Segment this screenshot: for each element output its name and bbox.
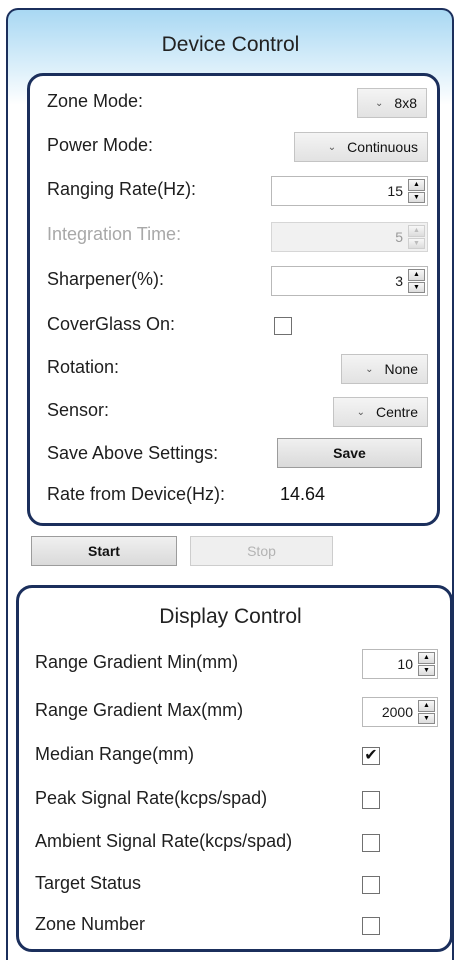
arrow-up-icon[interactable]: ▲ bbox=[408, 269, 425, 281]
coverglass-label: CoverGlass On: bbox=[47, 314, 176, 334]
integration-time-spinbox[interactable]: 5 ▲ ▼ bbox=[271, 222, 428, 252]
zone-number-label: Zone Number bbox=[35, 914, 146, 934]
chevron-down-icon: ⌄ bbox=[327, 141, 337, 153]
arrow-up-icon[interactable]: ▲ bbox=[408, 179, 425, 191]
zone-mode-dropdown[interactable]: ⌄ 8x8 bbox=[357, 88, 427, 118]
display-control-title: Display Control bbox=[159, 605, 302, 628]
arrow-down-icon[interactable]: ▼ bbox=[408, 281, 425, 293]
rotation-dropdown[interactable]: ⌄ None bbox=[341, 354, 428, 384]
chevron-down-icon: ⌄ bbox=[356, 406, 365, 418]
integration-time-value: 5 bbox=[395, 229, 403, 245]
chevron-down-icon: ⌄ bbox=[365, 363, 374, 375]
peak-signal-label: Peak Signal Rate(kcps/spad) bbox=[35, 788, 268, 808]
zone-number-checkbox[interactable] bbox=[362, 917, 380, 935]
power-mode-label: Power Mode: bbox=[47, 135, 154, 155]
ambient-signal-label: Ambient Signal Rate(kcps/spad) bbox=[35, 831, 293, 851]
range-min-label: Range Gradient Min(mm) bbox=[35, 652, 239, 672]
arrow-up-icon[interactable]: ▲ bbox=[418, 652, 435, 664]
stop-button[interactable]: Stop bbox=[190, 536, 333, 566]
zone-mode-value: 8x8 bbox=[394, 95, 417, 111]
rate-from-device-value: 14.64 bbox=[280, 484, 326, 504]
rotation-label: Rotation: bbox=[47, 357, 120, 377]
target-status-checkbox[interactable] bbox=[362, 876, 380, 894]
power-mode-value: Continuous bbox=[347, 139, 418, 155]
arrow-down-icon[interactable]: ▼ bbox=[418, 664, 435, 676]
arrow-down-icon[interactable]: ▼ bbox=[408, 237, 425, 249]
chevron-down-icon: ⌄ bbox=[375, 97, 384, 109]
sensor-value: Centre bbox=[375, 404, 418, 420]
ranging-rate-label: Ranging Rate(Hz): bbox=[47, 179, 197, 199]
ambient-signal-checkbox[interactable] bbox=[362, 834, 380, 852]
arrow-down-icon[interactable]: ▼ bbox=[408, 191, 425, 203]
save-button[interactable]: Save bbox=[277, 438, 422, 468]
target-status-label: Target Status bbox=[35, 873, 142, 893]
rate-from-device-label: Rate from Device(Hz): bbox=[47, 484, 226, 504]
sensor-dropdown[interactable]: ⌄ Centre bbox=[333, 397, 428, 427]
median-range-checkbox[interactable]: ✔ bbox=[362, 747, 380, 765]
ranging-rate-value: 15 bbox=[387, 183, 403, 199]
ranging-rate-spinbox[interactable]: 15 ▲ ▼ bbox=[271, 176, 428, 206]
peak-signal-checkbox[interactable] bbox=[362, 791, 380, 809]
display-control-panel bbox=[16, 585, 453, 952]
sharpener-spinbox[interactable]: 3 ▲ ▼ bbox=[271, 266, 428, 296]
sensor-label: Sensor: bbox=[47, 400, 110, 420]
arrow-up-icon[interactable]: ▲ bbox=[418, 700, 435, 712]
range-min-value: 10 bbox=[397, 656, 413, 672]
checkmark-icon: ✔ bbox=[364, 747, 378, 764]
coverglass-checkbox[interactable] bbox=[274, 317, 292, 335]
zone-mode-label: Zone Mode: bbox=[47, 91, 144, 111]
range-max-value: 2000 bbox=[381, 704, 413, 720]
range-max-spinbox[interactable]: 2000 ▲ ▼ bbox=[362, 697, 438, 727]
arrow-down-icon[interactable]: ▼ bbox=[418, 712, 435, 724]
rotation-value: None bbox=[384, 361, 418, 377]
save-settings-label: Save Above Settings: bbox=[47, 443, 219, 463]
sharpener-label: Sharpener(%): bbox=[47, 269, 165, 289]
range-min-spinbox[interactable]: 10 ▲ ▼ bbox=[362, 649, 438, 679]
integration-time-label: Integration Time: bbox=[47, 224, 182, 244]
device-control-title: Device Control bbox=[161, 33, 300, 56]
median-range-label: Median Range(mm) bbox=[35, 744, 195, 764]
start-button[interactable]: Start bbox=[31, 536, 177, 566]
sharpener-value: 3 bbox=[395, 273, 403, 289]
power-mode-dropdown[interactable]: ⌄ Continuous bbox=[294, 132, 428, 162]
range-max-label: Range Gradient Max(mm) bbox=[35, 700, 244, 720]
arrow-up-icon[interactable]: ▲ bbox=[408, 225, 425, 237]
